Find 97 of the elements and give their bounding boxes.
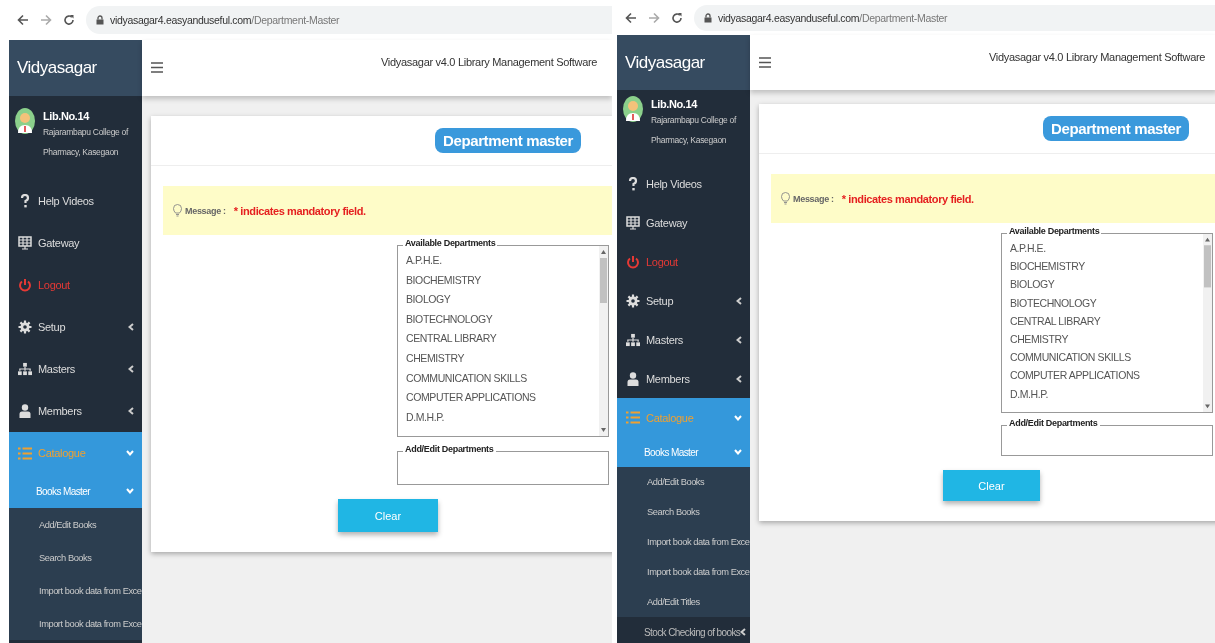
avatar-icon [623, 96, 643, 122]
menu-item[interactable]: Help Videos [617, 164, 750, 203]
menu-item[interactable]: Gateway [9, 222, 142, 264]
lightbulb-icon [173, 204, 182, 217]
power-icon [626, 254, 640, 269]
back-arrow-icon[interactable] [625, 11, 637, 24]
message-label: Message : [185, 205, 226, 216]
list-option[interactable]: BIOLOGY [406, 293, 599, 313]
submenu-item[interactable]: Import book data from Exce [617, 557, 750, 587]
chevron-left-icon [736, 335, 742, 344]
menu-item[interactable]: Masters [617, 320, 750, 359]
lock-icon [704, 12, 712, 23]
list-option[interactable]: CENTRAL LIBRARY [406, 332, 599, 352]
sitemap-icon [626, 332, 640, 347]
monitor-icon [18, 236, 32, 250]
lightbulb-icon [781, 192, 790, 205]
menu-item[interactable]: Setup [9, 306, 142, 348]
menu-item[interactable]: Gateway [617, 203, 750, 242]
list-option[interactable]: D.M.H.P. [406, 410, 599, 431]
user-organization: Rajarambapu College of Pharmacy, Kasegaon [43, 126, 130, 159]
reload-icon[interactable] [63, 14, 75, 26]
sitemap-icon [18, 362, 32, 376]
list-option[interactable]: BIOCHEMISTRY [406, 273, 599, 294]
avatar-icon [15, 108, 35, 134]
chevron-left-icon [740, 628, 747, 636]
brand-title: Vidyasagar [9, 40, 142, 96]
menu-item[interactable]: Members [9, 390, 142, 432]
scrollbar-drawing[interactable] [599, 246, 608, 436]
question-mark-icon [626, 176, 640, 191]
message-text: * indicates mandatory field. [841, 192, 974, 205]
question-mark-icon [18, 194, 32, 208]
list-option[interactable]: BIOTECHNOLOGY [406, 312, 599, 333]
back-arrow-icon[interactable] [17, 14, 29, 26]
list-option[interactable]: COMMUNICATION SKILLS [406, 371, 599, 392]
monitor-icon [626, 215, 640, 230]
list-option[interactable]: CENTRAL LIBRARY [1010, 314, 1203, 333]
page-title: Department master [1043, 116, 1189, 141]
chevron-down-icon [126, 450, 134, 456]
menu-item[interactable]: Help Videos [9, 180, 142, 222]
fieldset-legend: Available Departments [1007, 226, 1102, 236]
submenu-item[interactable]: Import book data from Exce [617, 527, 750, 557]
list-option[interactable]: BIOLOGY [1010, 278, 1203, 297]
submenu-item[interactable]: Search Books [617, 497, 750, 527]
submenu-item[interactable]: Search Books [9, 541, 142, 574]
submenu-item[interactable]: Add/Edit Titles [617, 587, 750, 617]
list-option[interactable]: CHEMISTRY [1010, 332, 1203, 352]
submenu-item[interactable]: Import book data from Exce [9, 607, 142, 640]
chevron-left-icon [736, 374, 742, 383]
list-option[interactable]: A.P.H.E. [406, 254, 599, 274]
address-bar[interactable]: vidyasagar4.easyanduseful.com/Department-Master [694, 4, 1215, 31]
list-option[interactable]: COMMUNICATION SKILLS [1010, 351, 1203, 370]
page-title: Department master [435, 128, 581, 153]
app-title: Vidyasagar v4.0 Library Management Software [381, 56, 598, 68]
chevron-down-icon [126, 488, 134, 494]
list-option[interactable]: BIOCHEMISTRY [1010, 260, 1203, 279]
address-bar[interactable]: vidyasagar4.easyanduseful.com/Department-Master [86, 6, 612, 34]
submenu-item[interactable]: Stock Checking of books [617, 617, 750, 643]
user-name: Lib.No.14 [43, 110, 91, 122]
app-title: Vidyasagar v4.0 Library Management Software [989, 51, 1206, 63]
user-icon [18, 404, 32, 418]
menu-icon[interactable] [759, 57, 771, 68]
list-icon [626, 411, 640, 424]
settings-icon [18, 320, 32, 334]
list-option[interactable]: BIOTECHNOLOGY [1010, 296, 1203, 315]
power-icon [18, 278, 32, 292]
settings-icon [626, 293, 640, 308]
list-option[interactable]: COMPUTER APPLICATIONS [406, 391, 599, 411]
user-organization: Rajarambapu College of Pharmacy, Kasegaon [651, 114, 738, 147]
lock-icon [96, 15, 104, 25]
chevron-left-icon [736, 296, 742, 305]
submenu-item[interactable]: Import book data from Exce [9, 574, 142, 607]
menu-icon[interactable] [151, 62, 163, 73]
submenu-item[interactable]: Add/Edit Books [9, 508, 142, 541]
chevron-down-icon [734, 414, 742, 421]
chevron-left-icon [128, 407, 134, 415]
menu-item[interactable]: Members [617, 359, 750, 398]
reload-icon[interactable] [671, 11, 683, 24]
scrollbar-drawing[interactable] [1203, 234, 1212, 412]
fieldset-legend: Add/Edit Departments [1007, 418, 1100, 428]
message-label: Message : [793, 193, 834, 204]
message-text: * indicates mandatory field. [233, 204, 366, 217]
brand-title: Vidyasagar [617, 35, 750, 90]
chevron-down-icon [734, 449, 742, 455]
user-icon [626, 371, 640, 386]
menu-item[interactable]: Setup [617, 281, 750, 320]
list-option[interactable]: CHEMISTRY [406, 351, 599, 372]
user-name: Lib.No.14 [651, 98, 699, 110]
menu-item[interactable]: Masters [9, 348, 142, 390]
chevron-left-icon [128, 365, 134, 373]
fieldset-legend: Available Departments [403, 238, 498, 248]
list-option[interactable]: COMPUTER APPLICATIONS [1010, 369, 1203, 388]
chevron-left-icon [128, 323, 134, 331]
list-option[interactable]: D.M.H.P. [1010, 387, 1203, 406]
list-option[interactable]: A.P.H.E. [1010, 242, 1203, 261]
fieldset-legend: Add/Edit Departments [403, 444, 496, 454]
submenu-item[interactable]: Add/Edit Books [617, 467, 750, 497]
list-icon [18, 446, 32, 460]
